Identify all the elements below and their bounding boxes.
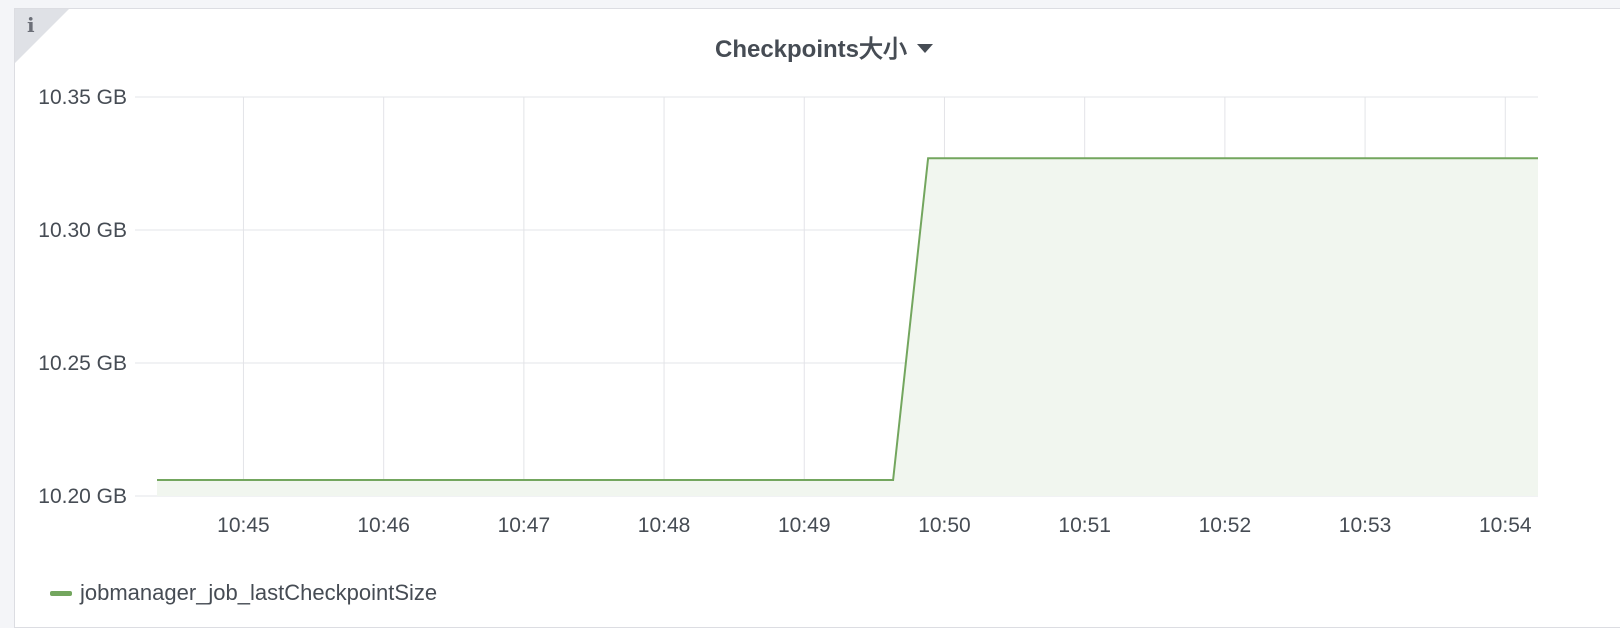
legend-item[interactable]: jobmanager_job_lastCheckpointSize: [50, 580, 437, 606]
legend-swatch: [50, 590, 72, 596]
x-tick-label: 10:49: [778, 514, 831, 537]
chart-plot: 10.20 GB 10.25 GB 10.30 GB 10.35 GB 10:45 10:…: [38, 86, 1538, 537]
x-tick-label: 10:50: [918, 514, 971, 537]
x-tick-label: 10:48: [638, 514, 691, 537]
x-tick-label: 10:53: [1339, 514, 1392, 537]
legend-label: jobmanager_job_lastCheckpointSize: [80, 580, 438, 605]
x-tick-label: 10:52: [1199, 514, 1252, 537]
x-tick-label: 10:51: [1058, 514, 1111, 537]
y-tick-label: 10.25 GB: [38, 352, 127, 375]
y-tick-label: 10.30 GB: [38, 219, 127, 242]
x-tick-label: 10:47: [498, 514, 551, 537]
y-tick-label: 10.35 GB: [38, 86, 127, 109]
series-area: [157, 158, 1538, 496]
x-tick-label: 10:54: [1479, 514, 1532, 537]
y-tick-label: 10.20 GB: [38, 485, 127, 508]
x-tick-label: 10:45: [217, 514, 270, 537]
x-tick-label: 10:46: [357, 514, 410, 537]
